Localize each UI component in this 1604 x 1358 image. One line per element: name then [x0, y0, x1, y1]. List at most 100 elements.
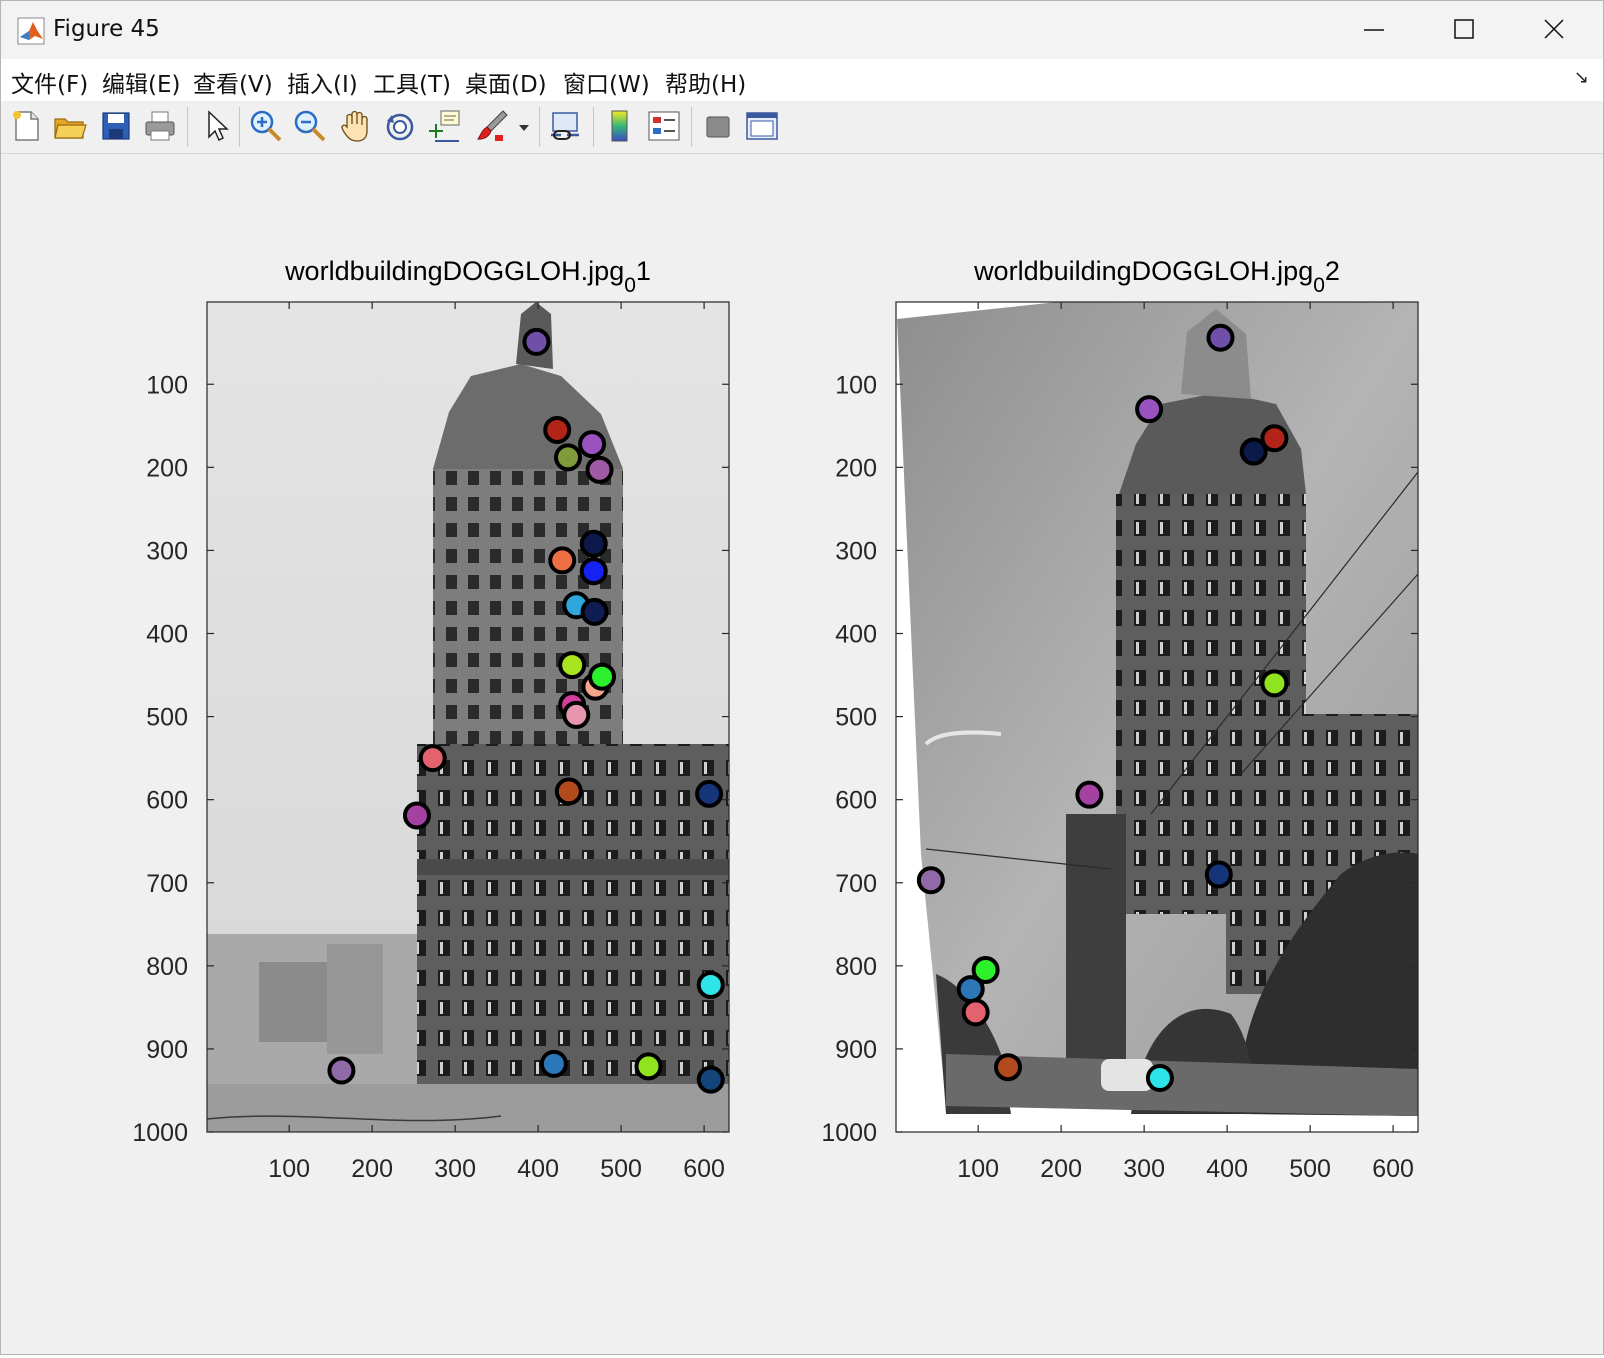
dock-arrow-icon[interactable]: ↘	[1574, 67, 1589, 88]
x-tick-label: 500	[1289, 1155, 1331, 1183]
axes-title-suffix: 1	[636, 256, 651, 286]
window-title: Figure 45	[53, 16, 160, 42]
x-tick-label: 100	[957, 1155, 999, 1183]
y-tick-label: 200	[835, 454, 877, 482]
feature-point-marker	[562, 700, 591, 729]
feature-point-marker	[548, 546, 577, 575]
title-bar[interactable]: Figure 45	[1, 1, 1603, 59]
zoom-in-icon[interactable]	[247, 107, 285, 145]
y-tick-label: 400	[835, 621, 877, 649]
feature-point-marker	[539, 1049, 568, 1078]
maximize-icon	[1454, 19, 1474, 39]
x-tick-label: 400	[1206, 1155, 1248, 1183]
y-tick-label: 200	[146, 454, 188, 482]
pan-hand-icon[interactable]	[337, 107, 375, 145]
menu-bar: 文件(F) 编辑(E) 查看(V) 插入(I) 工具(T) 桌面(D) 窗口(W…	[1, 59, 1603, 102]
menu-tools[interactable]: 工具(T)	[373, 65, 451, 99]
axes-title-subscript: 0	[1313, 274, 1325, 297]
menu-view[interactable]: 查看(V)	[193, 65, 273, 99]
feature-point-marker	[543, 415, 572, 444]
menu-help[interactable]: 帮助(H)	[665, 65, 746, 99]
feature-point-marker	[588, 662, 617, 691]
open-file-icon[interactable]	[51, 107, 89, 145]
feature-point-marker	[956, 975, 985, 1004]
maximize-button[interactable]	[1419, 1, 1509, 59]
new-figure-icon[interactable]	[7, 107, 45, 145]
y-tick-label: 900	[146, 1036, 188, 1064]
edit-plot-arrow-icon[interactable]	[197, 107, 235, 145]
menu-edit[interactable]: 编辑(E)	[102, 65, 180, 99]
feature-point-marker	[1135, 395, 1164, 424]
axes-title: worldbuildingDOGGLOH.jpg02	[973, 256, 1340, 297]
menu-window[interactable]: 窗口(W)	[563, 65, 650, 99]
feature-point-marker	[1075, 780, 1104, 809]
left-photo	[207, 302, 729, 1132]
menu-file[interactable]: 文件(F)	[11, 65, 88, 99]
y-tick-label: 800	[835, 953, 877, 981]
close-button[interactable]	[1509, 1, 1599, 59]
figure-toolbar	[1, 101, 1603, 154]
x-tick-label: 300	[1123, 1155, 1165, 1183]
toolbar-separator	[187, 107, 188, 147]
feature-point-marker	[696, 970, 725, 999]
axes-title-main: worldbuildingDOGGLOH.jpg	[973, 256, 1313, 286]
feature-point-marker	[418, 744, 447, 773]
brush-icon[interactable]	[473, 107, 511, 145]
minimize-button[interactable]	[1329, 1, 1419, 59]
matlab-icon	[17, 17, 45, 45]
save-icon[interactable]	[97, 107, 135, 145]
feature-point-marker	[1204, 860, 1233, 889]
feature-point-marker	[579, 557, 608, 586]
feature-point-marker	[580, 597, 609, 626]
x-tick-label: 100	[268, 1155, 310, 1183]
feature-point-marker	[1206, 323, 1235, 352]
feature-point-marker	[916, 866, 945, 895]
y-tick-label: 300	[835, 537, 877, 565]
figure-window: Figure 45 文件(F) 编辑(E) 查看(V) 插入(I) 工具(T) …	[0, 0, 1604, 1355]
hide-plot-tools-icon[interactable]	[699, 107, 737, 145]
feature-point-marker	[1260, 669, 1289, 698]
feature-point-marker	[695, 779, 724, 808]
toolbar-separator	[691, 107, 692, 147]
feature-point-marker	[994, 1053, 1023, 1082]
brush-dropdown-icon[interactable]	[513, 107, 535, 145]
y-tick-label: 700	[146, 870, 188, 898]
y-tick-label: 500	[146, 704, 188, 732]
axes-title: worldbuildingDOGGLOH.jpg01	[284, 256, 651, 297]
feature-point-marker	[402, 801, 431, 830]
y-tick-label: 400	[146, 621, 188, 649]
feature-point-marker	[634, 1052, 663, 1081]
rotate-3d-icon[interactable]	[381, 107, 419, 145]
feature-point-marker	[579, 529, 608, 558]
x-tick-label: 600	[1372, 1155, 1414, 1183]
menu-desktop[interactable]: 桌面(D)	[465, 65, 547, 99]
toolbar-separator	[593, 107, 594, 147]
y-tick-label: 500	[835, 704, 877, 732]
x-tick-label: 200	[1040, 1155, 1082, 1183]
x-tick-label: 200	[351, 1155, 393, 1183]
toolbar-separator	[239, 107, 240, 147]
axes-title-subscript: 0	[624, 274, 636, 297]
show-plot-tools-icon[interactable]	[743, 107, 781, 145]
axes-title-main: worldbuildingDOGGLOH.jpg	[284, 256, 624, 286]
minimize-icon	[1364, 29, 1384, 31]
insert-colorbar-icon[interactable]	[601, 107, 639, 145]
link-plot-icon[interactable]	[547, 107, 585, 145]
close-icon	[1544, 19, 1564, 39]
menu-insert[interactable]: 插入(I)	[287, 65, 358, 99]
feature-point-marker	[696, 1065, 725, 1094]
y-tick-label: 600	[146, 787, 188, 815]
zoom-out-icon[interactable]	[291, 107, 329, 145]
feature-point-marker	[1239, 437, 1268, 466]
insert-legend-icon[interactable]	[645, 107, 683, 145]
x-tick-label: 500	[600, 1155, 642, 1183]
y-tick-label: 600	[835, 787, 877, 815]
y-tick-label: 100	[146, 371, 188, 399]
feature-point-marker	[554, 443, 583, 472]
data-cursor-icon[interactable]	[425, 107, 463, 145]
axes-title-suffix: 2	[1325, 256, 1340, 286]
print-icon[interactable]	[141, 107, 179, 145]
x-tick-label: 300	[434, 1155, 476, 1183]
x-tick-label: 400	[517, 1155, 559, 1183]
feature-point-marker	[327, 1056, 356, 1085]
